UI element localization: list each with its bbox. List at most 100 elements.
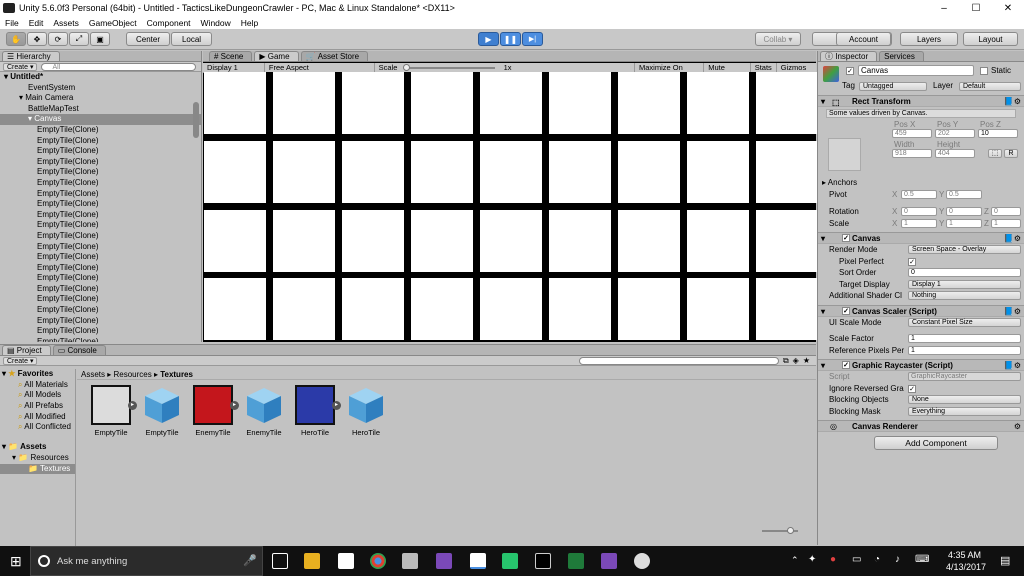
hierarchy-item[interactable]: EmptyTile(Clone) [0,189,201,200]
hierarchy-scrollbar[interactable] [193,102,199,138]
favorite-item[interactable]: ⌕ All Materials [0,380,75,391]
maximize-on-play-toggle[interactable]: Maximize On Play [633,62,705,82]
menu-gameobject[interactable]: GameObject [84,18,142,28]
game-tile[interactable] [342,141,404,203]
height-field[interactable]: 404 [935,149,975,158]
pos-z-field[interactable]: 10 [978,129,1018,138]
taskbar-search[interactable]: Ask me anything 🎤 [30,546,263,576]
hierarchy-item[interactable]: EmptyTile(Clone) [0,178,201,189]
breadcrumb-assets[interactable]: Assets [81,370,105,379]
game-tile[interactable] [687,210,749,272]
clock-time[interactable]: 4:35 AM [948,550,981,560]
game-tile[interactable] [618,141,680,203]
script-field[interactable]: GraphicRaycaster [908,372,1021,381]
task-view-icon[interactable] [272,553,288,569]
game-tile[interactable] [756,141,818,203]
game-tile[interactable] [273,210,335,272]
pause-button[interactable]: ❚❚ [500,32,521,46]
microphone-icon[interactable]: 🎤 [243,554,257,567]
hierarchy-item[interactable]: EmptyTile(Clone) [0,157,201,168]
pos-y-field[interactable]: 202 [935,129,975,138]
target-display-dropdown[interactable]: Display 1 [908,279,1021,289]
tab-scene[interactable]: # Scene [209,51,253,61]
hierarchy-item[interactable]: EmptyTile(Clone) [0,326,201,337]
move-tool-icon[interactable]: ✥ [27,32,47,46]
hierarchy-item[interactable]: EmptyTile(Clone) [0,231,201,242]
tab-game[interactable]: ▶ Game [254,51,299,61]
pivot-x-field[interactable]: 0.5 [901,189,937,199]
anchors-row[interactable]: ▸ Anchors [818,177,1024,189]
game-tile[interactable] [549,210,611,272]
pos-x-field[interactable]: 459 [892,129,932,138]
asset-size-slider[interactable] [762,527,798,534]
anchor-preset-icon[interactable] [828,138,861,171]
game-tile[interactable] [480,278,542,340]
canvas-component-header[interactable]: ▾ ✓ Canvas 📘⚙ [818,232,1024,244]
canvas-enabled-checkbox[interactable]: ✓ [842,234,850,242]
blocking-objects-dropdown[interactable]: None [908,395,1021,404]
pixel-perfect-checkbox[interactable]: ✓ [908,257,916,266]
hierarchy-item[interactable]: EmptyTile(Clone) [0,125,201,136]
game-tile[interactable] [411,278,473,340]
project-search-input[interactable] [578,356,779,365]
windows-start-icon[interactable]: ⊞ [10,553,26,569]
hierarchy-item[interactable]: EmptyTile(Clone) [0,167,201,178]
rot-y-field[interactable]: 0 [946,207,982,216]
hierarchy-item[interactable]: EmptyTile(Clone) [0,337,201,342]
volume-icon[interactable]: ♪ [895,554,900,565]
rect-transform-header[interactable]: ▾ ⬚ Rect Transform 📘⚙ [818,95,1024,107]
minimize-button[interactable]: – [928,3,960,14]
game-tile[interactable] [549,278,611,340]
game-tile[interactable] [756,210,818,272]
assets-folder[interactable]: ▾ 📁 Assets [0,442,75,453]
tab-hierarchy[interactable]: ☰ Hierarchy [2,51,60,61]
game-tile[interactable] [342,278,404,340]
notifications-icon[interactable]: ▤ [1000,554,1010,567]
hand-tool-icon[interactable]: ✋ [6,32,26,46]
maximize-button[interactable]: ☐ [960,3,992,14]
game-tile[interactable] [687,141,749,203]
hierarchy-item[interactable]: EmptyTile(Clone) [0,199,201,210]
collab-button[interactable]: Collab ▾ [755,32,801,46]
pycharm-icon[interactable] [502,553,518,569]
asset-item[interactable]: HeroTile [336,385,396,437]
render-mode-dropdown[interactable]: Screen Space - Overlay [908,245,1021,254]
hierarchy-item[interactable]: BattleMapTest [0,104,201,115]
sort-order-field[interactable]: 0 [908,268,1021,277]
hierarchy-item[interactable]: EmptyTile(Clone) [0,146,201,157]
rot-z-field[interactable]: 0 [991,207,1021,216]
game-tile[interactable] [549,72,611,134]
canvas-scaler-checkbox[interactable]: ✓ [842,306,850,315]
resources-folder[interactable]: ▾ 📁 Resources [0,453,75,464]
game-tile[interactable] [204,72,266,134]
scale-factor-field[interactable]: 1 [908,334,1021,343]
game-tile[interactable] [273,278,335,340]
additional-shader-dropdown[interactable]: Nothing [908,291,1021,300]
ui-scale-mode-dropdown[interactable]: Constant Pixel Size [908,317,1021,327]
project-create-button[interactable]: Create ▾ [3,356,38,365]
hierarchy-item[interactable]: EmptyTile(Clone) [0,210,201,221]
play-button[interactable]: ▶ [478,32,499,46]
active-checkbox[interactable]: ✓ [846,67,854,75]
hierarchy-item[interactable]: EmptyTile(Clone) [0,220,201,231]
dropbox-icon[interactable]: ✦ [808,554,816,565]
canvas-renderer-header[interactable]: ◎ Canvas Renderer ⚙ [818,420,1024,432]
favorite-item[interactable]: ⌕ All Prefabs [0,401,75,412]
tab-asset-store[interactable]: 🛒 Asset Store [300,51,369,61]
file-explorer-icon[interactable] [304,553,320,569]
hierarchy-item[interactable]: EmptyTile(Clone) [0,242,201,253]
hierarchy-item[interactable]: EmptyTile(Clone) [0,263,201,274]
game-tile[interactable] [480,210,542,272]
layout-dropdown[interactable]: Layout [963,32,1018,46]
game-tile[interactable] [618,210,680,272]
stats-toggle[interactable]: Stats [751,62,777,73]
object-name-input[interactable]: Canvas [858,65,974,76]
canvas-scaler-header[interactable]: ▾ ✓ Canvas Scaler (Script) 📘⚙ [818,304,1024,317]
tag-dropdown[interactable]: Untagged [859,82,927,91]
breadcrumb-resources[interactable]: Resources [113,370,151,379]
game-tile[interactable] [756,72,818,134]
store-icon[interactable] [338,553,354,569]
mute-audio-toggle[interactable]: Mute Audio [704,62,751,82]
raw-edit-button[interactable]: R [1004,149,1018,158]
game-tile[interactable] [756,278,818,340]
